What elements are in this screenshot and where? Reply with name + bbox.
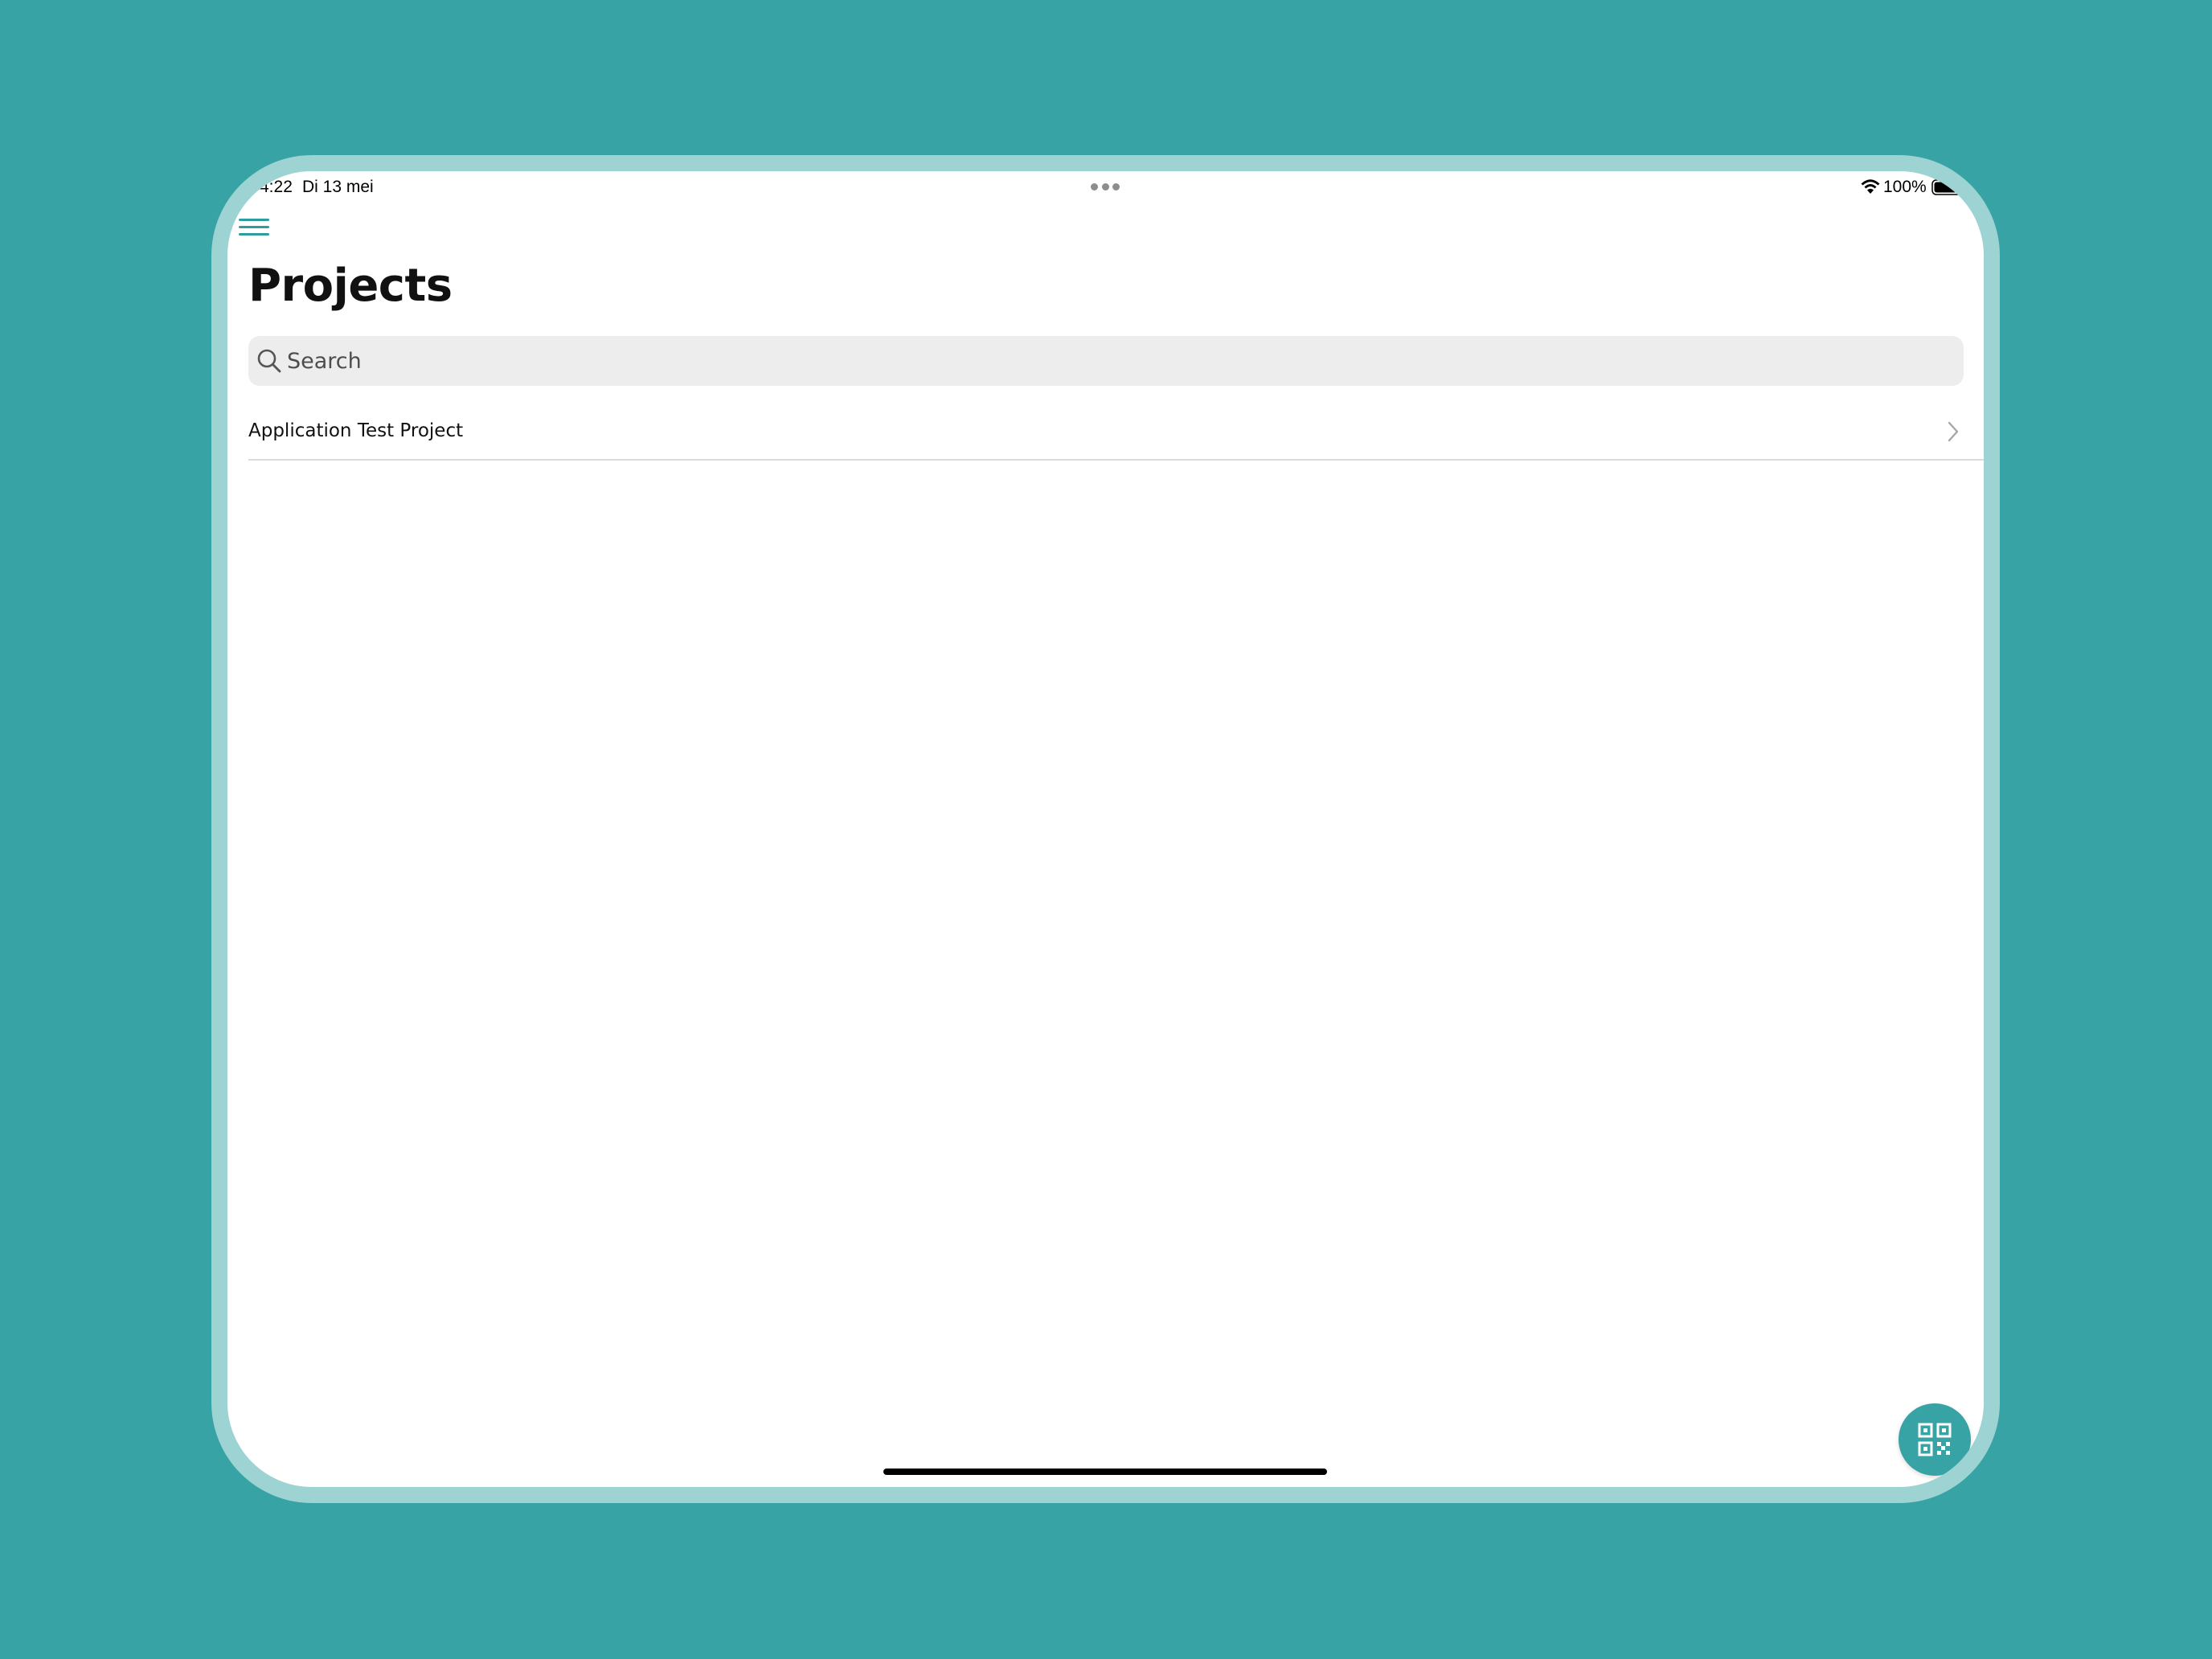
status-time: 4:22: [260, 178, 293, 196]
search-icon: [257, 349, 281, 373]
project-list: Application Test Project: [248, 404, 1984, 461]
home-indicator[interactable]: [883, 1469, 1327, 1475]
hamburger-menu-icon[interactable]: [237, 213, 272, 240]
app-screen: 4:22 Di 13 mei 100% Projects A: [227, 171, 1984, 1487]
multitasking-dots-icon[interactable]: [1091, 182, 1120, 190]
qr-scan-button[interactable]: [1899, 1403, 1971, 1476]
chevron-right-icon: [1948, 421, 1959, 442]
project-name: Application Test Project: [248, 420, 464, 441]
search-input[interactable]: [287, 342, 1943, 379]
page-title: Projects: [248, 260, 453, 312]
qr-code-icon: [1918, 1423, 1952, 1456]
battery-percentage: 100%: [1883, 178, 1927, 196]
status-bar: 4:22 Di 13 mei 100%: [227, 171, 1984, 203]
search-bar[interactable]: [248, 336, 1964, 386]
list-item[interactable]: Application Test Project: [248, 404, 1984, 461]
status-date: Di 13 mei: [302, 178, 374, 196]
battery-icon: [1931, 179, 1970, 195]
wifi-icon: [1861, 179, 1880, 194]
